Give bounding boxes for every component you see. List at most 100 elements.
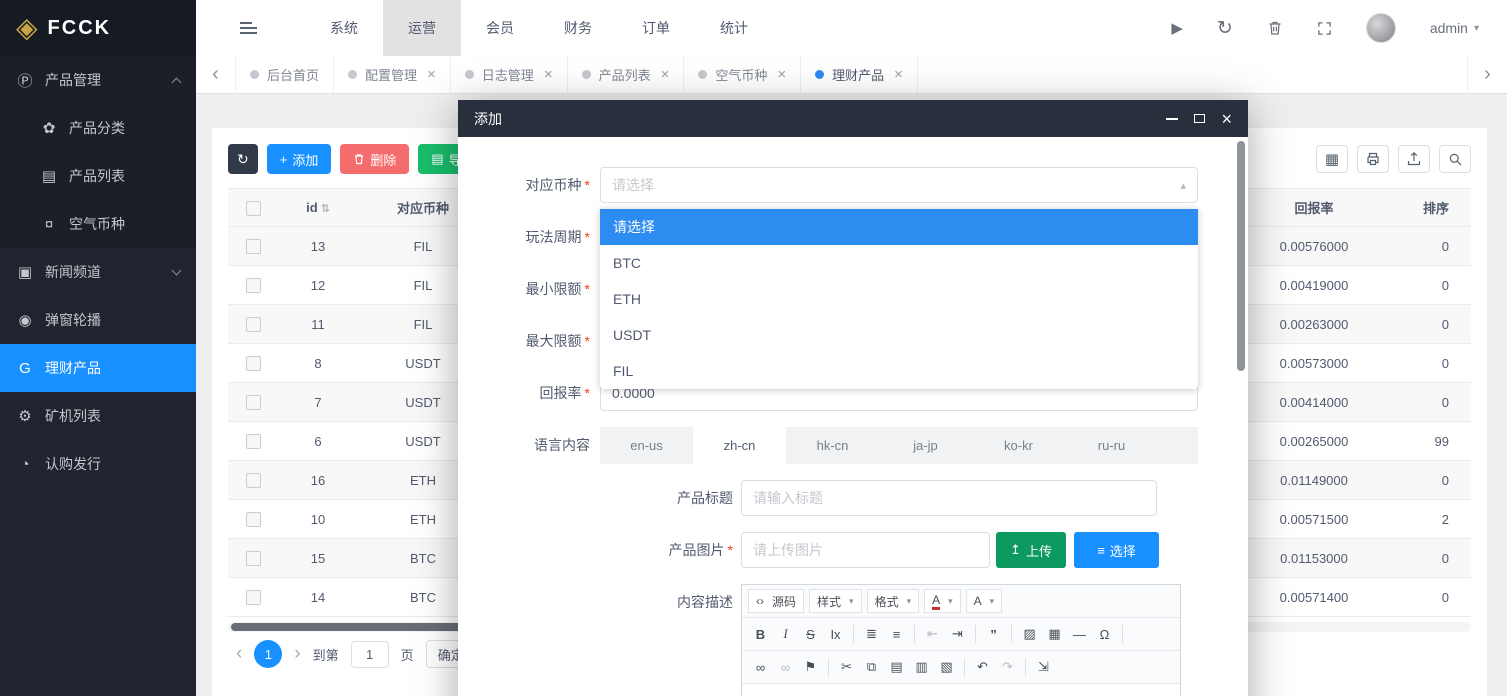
row-checkbox[interactable] <box>246 395 261 410</box>
tab-close-icon[interactable]: × <box>427 66 436 83</box>
anchor-flag-button[interactable]: ⚑ <box>799 655 822 679</box>
top-menu-system[interactable]: 系统 <box>305 0 383 56</box>
sidebar-item-news-channel[interactable]: ▣ 新闻频道 <box>0 248 196 296</box>
row-checkbox[interactable] <box>246 473 261 488</box>
columns-grid-icon[interactable]: ▦ <box>1316 145 1348 173</box>
blockquote-button[interactable]: ” <box>982 622 1005 646</box>
upload-button[interactable]: ↥ 上传 <box>996 532 1066 568</box>
select-all-checkbox[interactable] <box>246 201 261 216</box>
sidebar-item-subscription-issue[interactable]: ◔ 认购发行 <box>0 440 196 488</box>
undo-button[interactable]: ↶ <box>971 655 994 679</box>
bold-button[interactable]: B <box>749 622 772 646</box>
lang-tab-en-us[interactable]: en-us <box>600 427 693 464</box>
minimize-icon[interactable] <box>1166 118 1178 120</box>
play-icon[interactable]: ▶ <box>1171 19 1183 37</box>
choose-button[interactable]: ≡ 选择 <box>1074 532 1159 568</box>
tab-log-management[interactable]: 日志管理 × <box>451 56 568 93</box>
tab-product-list[interactable]: 产品列表 × <box>568 56 685 93</box>
horizontal-rule-button[interactable]: ― <box>1068 622 1091 646</box>
decrease-indent-button[interactable]: ⇤ <box>921 622 944 646</box>
source-button[interactable]: ‹› 源码 <box>748 589 804 613</box>
unlink-button[interactable]: ∞ <box>774 655 797 679</box>
style-dropdown[interactable]: 样式 ▾ <box>809 589 862 613</box>
lang-tab-ja-jp[interactable]: ja-jp <box>879 427 972 464</box>
dropdown-option-usdt[interactable]: USDT <box>600 317 1198 353</box>
strikethrough-button[interactable]: S <box>799 622 822 646</box>
row-checkbox[interactable] <box>246 590 261 605</box>
cut-button[interactable]: ✂ <box>835 655 858 679</box>
editor-content-area[interactable] <box>742 684 1180 696</box>
next-page-button[interactable]: › <box>294 643 300 665</box>
lang-tab-ru-ru[interactable]: ru-ru <box>1065 427 1158 464</box>
row-checkbox[interactable] <box>246 239 261 254</box>
italic-button[interactable]: I <box>774 622 797 646</box>
paste-word-button[interactable]: ▧ <box>935 655 958 679</box>
sidebar-item-wealth-product[interactable]: G 理财产品 <box>0 344 196 392</box>
lang-tab-zh-cn[interactable]: zh-cn <box>693 427 786 464</box>
tab-air-coin[interactable]: 空气币种 × <box>684 56 801 93</box>
increase-indent-button[interactable]: ⇥ <box>946 622 969 646</box>
numbered-list-button[interactable]: ≣ <box>860 622 883 646</box>
dialog-scrollbar-thumb[interactable] <box>1237 141 1245 371</box>
menu-fold-icon[interactable] <box>240 22 257 34</box>
top-menu-finance[interactable]: 财务 <box>539 0 617 56</box>
refresh-icon[interactable]: ↻ <box>1217 17 1233 40</box>
top-menu-statistics[interactable]: 统计 <box>695 0 773 56</box>
bg-color-dropdown[interactable]: A ▾ <box>966 589 1003 613</box>
page-number-button[interactable]: 1 <box>254 640 282 668</box>
add-button[interactable]: + 添加 <box>267 144 332 174</box>
row-checkbox[interactable] <box>246 551 261 566</box>
search-icon[interactable] <box>1439 145 1471 173</box>
dropdown-option-eth[interactable]: ETH <box>600 281 1198 317</box>
dialog-header[interactable]: 添加 × <box>458 100 1248 137</box>
tabs-scroll-right-button[interactable]: › <box>1467 56 1507 93</box>
print-icon[interactable] <box>1357 145 1389 173</box>
copy-button[interactable]: ⧉ <box>860 655 883 679</box>
tab-close-icon[interactable]: × <box>544 66 553 83</box>
avatar[interactable] <box>1366 13 1396 43</box>
sidebar-item-product-category[interactable]: ✿ 产品分类 <box>0 104 196 152</box>
delete-button[interactable]: 删除 <box>340 144 409 174</box>
tab-close-icon[interactable]: × <box>777 66 786 83</box>
tabs-scroll-left-button[interactable]: ‹ <box>196 56 236 93</box>
tab-wealth-product[interactable]: 理财产品 × <box>801 56 918 93</box>
row-checkbox[interactable] <box>246 512 261 527</box>
sidebar-item-product-management[interactable]: Ⓟ 产品管理 <box>0 56 196 104</box>
row-checkbox[interactable] <box>246 434 261 449</box>
dropdown-option-btc[interactable]: BTC <box>600 245 1198 281</box>
redo-button[interactable]: ↷ <box>996 655 1019 679</box>
sidebar-item-miner-list[interactable]: ⚙ 矿机列表 <box>0 392 196 440</box>
sidebar-item-popup-carousel[interactable]: ◉ 弹窗轮播 <box>0 296 196 344</box>
sidebar-item-air-coin[interactable]: ¤ 空气币种 <box>0 200 196 248</box>
close-icon[interactable]: × <box>1221 110 1232 128</box>
user-menu[interactable]: admin ▾ <box>1430 20 1479 36</box>
trash-icon[interactable] <box>1267 20 1283 36</box>
refresh-button[interactable]: ↻ <box>228 144 258 174</box>
maximize-icon[interactable] <box>1194 114 1205 123</box>
text-color-dropdown[interactable]: A ▾ <box>924 589 961 613</box>
lang-tab-ko-kr[interactable]: ko-kr <box>972 427 1065 464</box>
tab-dashboard[interactable]: 后台首页 <box>236 56 334 93</box>
paste-text-button[interactable]: ▥ <box>910 655 933 679</box>
lang-tab-hk-cn[interactable]: hk-cn <box>786 427 879 464</box>
sidebar-item-product-list[interactable]: ▤ 产品列表 <box>0 152 196 200</box>
top-menu-order[interactable]: 订单 <box>617 0 695 56</box>
tab-config-management[interactable]: 配置管理 × <box>334 56 451 93</box>
export-data-icon[interactable] <box>1398 145 1430 173</box>
tab-close-icon[interactable]: × <box>661 66 670 83</box>
row-checkbox[interactable] <box>246 356 261 371</box>
row-checkbox[interactable] <box>246 317 261 332</box>
bullet-list-button[interactable]: ≡ <box>885 622 908 646</box>
prev-page-button[interactable]: ‹ <box>236 643 242 665</box>
coin-select[interactable]: 请选择 ▴ <box>600 167 1198 203</box>
maximize-button[interactable]: ⇲ <box>1032 655 1055 679</box>
tab-close-icon[interactable]: × <box>894 66 903 83</box>
table-button[interactable]: ▦ <box>1043 622 1066 646</box>
column-header-id[interactable]: id <box>306 200 318 215</box>
sort-icon[interactable]: ⇅ <box>321 203 330 215</box>
top-menu-operation[interactable]: 运营 <box>383 0 461 56</box>
dropdown-option-fil[interactable]: FIL <box>600 353 1198 389</box>
special-char-button[interactable]: Ω <box>1093 622 1116 646</box>
product-title-input[interactable] <box>741 480 1157 516</box>
goto-page-input[interactable] <box>351 641 389 668</box>
